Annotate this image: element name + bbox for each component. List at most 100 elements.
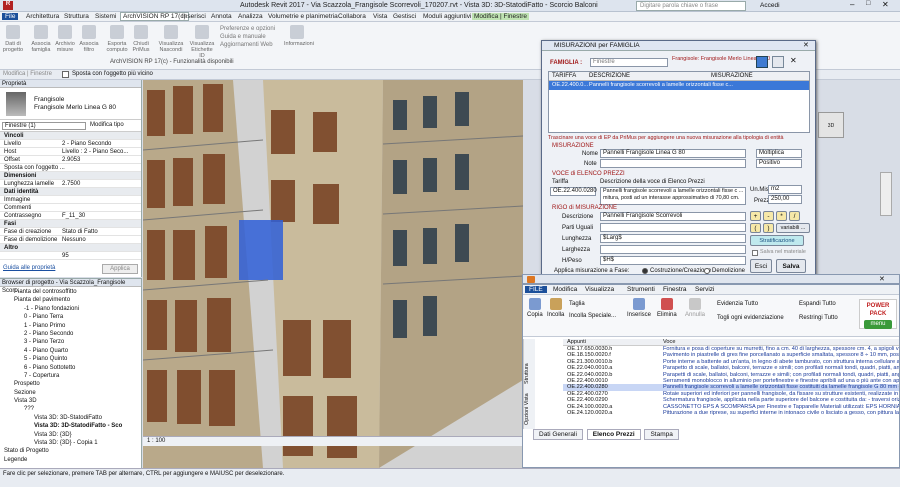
evidenzia-tutto-button[interactable]: Evidenzia Tutto xyxy=(717,301,758,307)
guida-link[interactable]: Guida e manuale xyxy=(220,33,275,41)
primus-close-icon[interactable]: ✕ xyxy=(879,275,885,283)
property-row[interactable]: Immagine xyxy=(0,196,141,204)
incolla-speciale-button[interactable]: Incolla Speciale... xyxy=(569,313,616,319)
dati-progetto-button[interactable]: Dati di progetto xyxy=(2,25,24,53)
primus-tab-servizi[interactable]: Servizi xyxy=(695,286,715,293)
tree-item[interactable]: Vista 3D xyxy=(0,397,141,405)
nome-field[interactable]: Pannelli Frangisole Linea G 80 xyxy=(600,149,746,158)
tab-dati-generali[interactable]: Dati Generali xyxy=(533,429,583,440)
sposta-checkbox[interactable] xyxy=(62,71,69,78)
restringi-tutto-button[interactable]: Restringi Tutto xyxy=(799,315,838,321)
tab-elenco-prezzi[interactable]: Elenco Prezzi xyxy=(586,429,641,440)
associa-filtro-button[interactable]: Associa filtro xyxy=(78,25,100,53)
tree-item[interactable]: Legende xyxy=(0,456,141,464)
table-row[interactable]: OE.22.400.0... Pannelli frangisole scorr… xyxy=(549,81,809,90)
lunghezza-field[interactable]: $Larg$ xyxy=(600,234,746,243)
sign-select[interactable]: Positivo xyxy=(756,159,802,168)
minimize-icon[interactable]: – xyxy=(850,0,854,9)
property-row[interactable]: Lunghezza lamelle 2.7500 xyxy=(0,180,141,188)
tab-archvision[interactable]: ArchVISION RP 17(c) xyxy=(120,12,189,21)
espandi-tutto-button[interactable]: Espandi Tutto xyxy=(799,301,836,307)
tree-item[interactable]: 4 - Piano Quarto xyxy=(0,347,141,355)
tab-sistemi[interactable]: Sistemi xyxy=(95,13,116,20)
maximize-icon[interactable]: □ xyxy=(866,0,870,7)
help-link[interactable]: Guida alle proprietà xyxy=(3,265,55,271)
scale-label[interactable]: 1 : 100 xyxy=(147,438,165,444)
property-value[interactable]: F_11_30 xyxy=(62,212,85,220)
minus-button[interactable]: - xyxy=(763,211,774,221)
tab-file[interactable]: File xyxy=(2,13,19,20)
property-row[interactable]: Contrassegno F_11_30 xyxy=(0,212,141,220)
3d-viewport[interactable]: 1 : 100 xyxy=(143,80,523,468)
sign-in-link[interactable]: Accedi xyxy=(760,2,780,9)
primus-tab-visualizza[interactable]: Visualizza xyxy=(585,286,614,293)
primus-tab-modifica[interactable]: Modifica xyxy=(553,286,577,293)
elimina-button[interactable]: Elimina xyxy=(657,298,677,318)
family-doc-icon[interactable] xyxy=(756,56,768,68)
property-value[interactable]: 95 xyxy=(62,252,69,260)
esci-button[interactable]: Esci xyxy=(750,259,772,273)
primus-tab-finestra[interactable]: Finestra xyxy=(663,286,686,293)
tab-analizza[interactable]: Analizza xyxy=(238,13,263,20)
copia-button[interactable]: Copia xyxy=(527,298,543,318)
tree-item[interactable]: 5 - Piano Quinto xyxy=(0,355,141,363)
famiglia-select[interactable]: Finestre xyxy=(590,58,668,67)
tab-gestisci[interactable]: Gestisci xyxy=(393,13,416,20)
tab-stampa[interactable]: Stampa xyxy=(644,429,679,440)
salva-button[interactable]: Salva xyxy=(776,259,806,273)
tab-volumetrie[interactable]: Volumetrie e planimetria xyxy=(268,13,338,20)
incolla-button[interactable]: Incolla xyxy=(547,298,564,318)
inserisce-button[interactable]: Inserisce xyxy=(627,298,651,318)
taglia-button[interactable]: Taglia xyxy=(569,301,585,307)
note-field[interactable] xyxy=(600,159,746,168)
visualizza-etichette-button[interactable]: Visualizza Etichette ID xyxy=(188,25,216,59)
tree-item[interactable]: -1 - Piano fondazioni xyxy=(0,305,141,313)
revit-logo-icon[interactable]: R xyxy=(3,1,13,10)
property-row[interactable]: Sposta con l'oggetto ... xyxy=(0,164,141,172)
informazioni-button[interactable]: Informazioni xyxy=(284,25,314,47)
viewcube[interactable]: 3D xyxy=(818,112,844,138)
tree-item[interactable]: Vista 3D: {3D} xyxy=(0,431,141,439)
property-row[interactable]: 95 xyxy=(0,252,141,260)
larghezza-field[interactable] xyxy=(600,245,746,254)
multiply-button[interactable]: * xyxy=(776,211,787,221)
property-value[interactable]: Nessuno xyxy=(62,236,86,244)
aggiornamenti-link[interactable]: Aggiornamenti Web xyxy=(220,41,275,49)
property-value[interactable]: Livello : 2 - Piano Seco... xyxy=(62,148,128,156)
tree-item[interactable]: Pianta del pavimento xyxy=(0,296,141,304)
stratificazione-button[interactable]: Stratificazione xyxy=(750,235,804,246)
paren-close-button[interactable]: ) xyxy=(763,223,774,233)
hpeso-field[interactable]: $H$ xyxy=(600,256,746,265)
paren-open-button[interactable]: ( xyxy=(750,223,761,233)
tariffa-field[interactable]: OE.22.400.0280 xyxy=(550,187,597,196)
desc-voce-field[interactable]: Pannelli frangisole scorrevoli a lamelle… xyxy=(600,187,746,205)
delete-icon[interactable]: ✕ xyxy=(790,56,797,65)
tab-collabora[interactable]: Collabora xyxy=(338,13,366,20)
tree-item[interactable]: Pianta del controsoffitto xyxy=(0,288,141,296)
property-row[interactable]: Offset 2.9053 xyxy=(0,156,141,164)
search-input[interactable]: Digitare parola chiave o frase xyxy=(636,1,746,11)
multiplier-select[interactable]: Moltiplica xyxy=(756,149,802,158)
property-row[interactable]: Livello 2 - Piano Secondo xyxy=(0,140,141,148)
plus-button[interactable]: + xyxy=(750,211,761,221)
property-row[interactable]: Host Livello : 2 - Piano Seco... xyxy=(0,148,141,156)
chiudi-primus-button[interactable]: Chiudi PriMus xyxy=(130,25,152,53)
esporta-computo-button[interactable]: Esporta computo xyxy=(106,25,128,53)
tree-item[interactable]: ??? xyxy=(0,405,141,413)
close-icon[interactable]: ✕ xyxy=(882,0,889,9)
um-field[interactable]: m2 xyxy=(768,185,802,194)
salva-mat-checkbox[interactable] xyxy=(752,250,758,256)
tab-architettura[interactable]: Architettura xyxy=(26,13,59,20)
tab-annota[interactable]: Annota xyxy=(211,13,232,20)
tree-item[interactable]: 2 - Piano Secondo xyxy=(0,330,141,338)
tree-item[interactable]: Vista 3D: 3D-StatodiFatto xyxy=(0,414,141,422)
annulla-button[interactable]: Annulla xyxy=(685,298,705,318)
tree-item[interactable]: Prospetto xyxy=(0,380,141,388)
property-value[interactable]: 2 - Piano Secondo xyxy=(62,140,111,148)
preferenze-link[interactable]: Preferenze e opzioni xyxy=(220,25,275,33)
tab-moduli[interactable]: Moduli aggiuntivi xyxy=(423,13,471,20)
edit-icon[interactable] xyxy=(772,56,784,68)
tab-inserisci[interactable]: Inserisci xyxy=(182,13,206,20)
visualizza-nascondi-button[interactable]: Visualizza Nascondi xyxy=(157,25,185,53)
tab-vista[interactable]: Vista xyxy=(373,13,387,20)
